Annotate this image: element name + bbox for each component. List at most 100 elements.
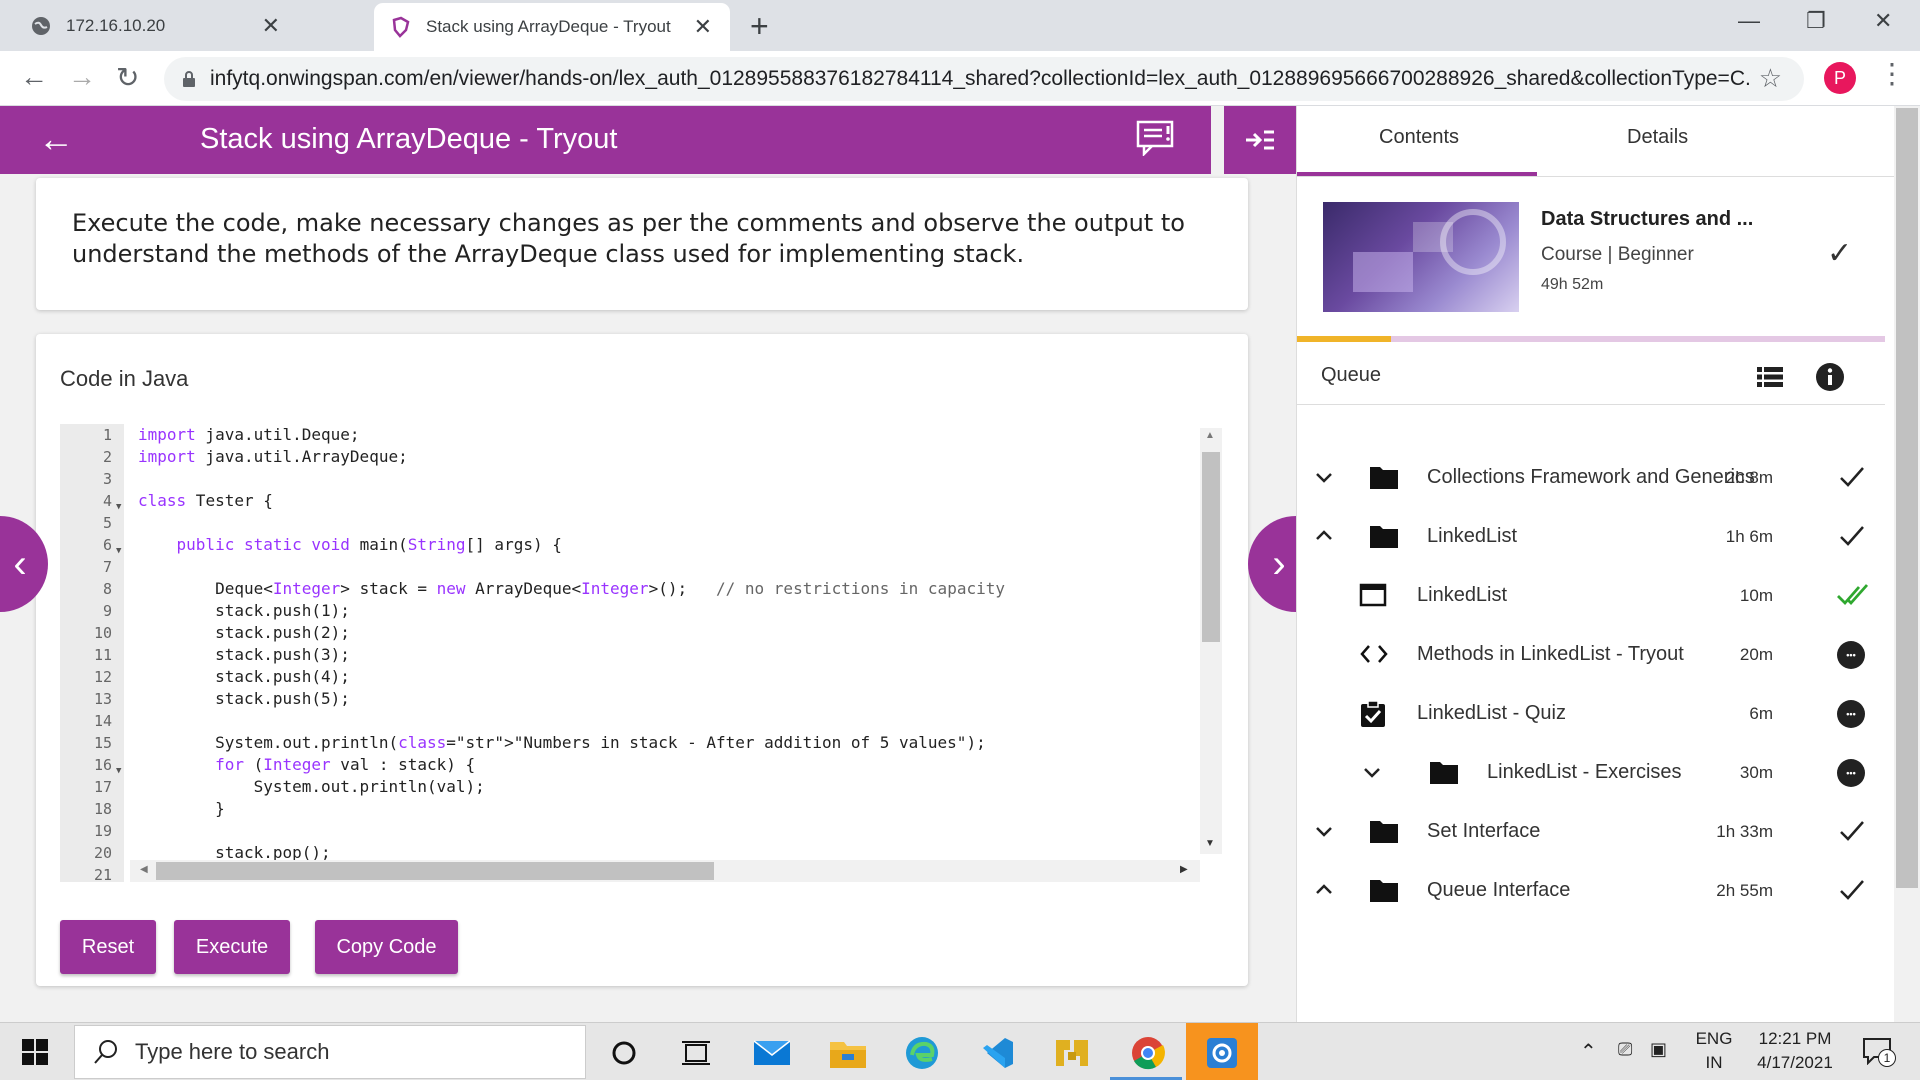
window-icon (1359, 582, 1389, 610)
file-explorer-icon[interactable] (828, 1033, 868, 1073)
back-arrow-icon[interactable]: ← (20, 61, 48, 93)
app-tool-icon[interactable] (1052, 1033, 1092, 1073)
window-close-icon[interactable]: ✕ (1874, 8, 1892, 34)
code-line[interactable]: 1 import java.util.Deque; (60, 424, 1200, 446)
reload-icon[interactable]: ↻ (116, 61, 139, 94)
bookmark-star-icon[interactable]: ☆ (1759, 63, 1782, 94)
toc-item-label: Methods in LinkedList - Tryout (1417, 643, 1684, 665)
taskbar-search-input[interactable]: Type here to search (74, 1025, 586, 1079)
code-line[interactable]: 11 stack.push(3); (60, 644, 1200, 666)
tab-details[interactable]: Details (1627, 126, 1688, 149)
scroll-up-arrow-icon[interactable]: ▲ (1205, 430, 1215, 441)
copy-code-button[interactable]: Copy Code (315, 920, 458, 974)
code-line[interactable]: 4 ▼ class Tester { (60, 490, 1200, 512)
scroll-left-arrow-icon[interactable]: ◀ (140, 864, 148, 875)
profile-avatar[interactable]: P (1824, 62, 1856, 94)
course-title[interactable]: Data Structures and ... (1541, 208, 1753, 231)
close-tab-icon[interactable]: ✕ (262, 13, 280, 39)
mail-icon[interactable] (752, 1033, 792, 1073)
browser-tab-strip: 172.16.10.20 ✕ Stack using ArrayDeque - … (0, 0, 1920, 51)
toc-item[interactable]: Set Interface 1h 33m (1297, 808, 1885, 858)
code-line[interactable]: 7 (60, 556, 1200, 578)
browser-tab-ip[interactable]: 172.16.10.20 ✕ (0, 0, 370, 51)
code-line[interactable]: 6 ▼ public static void main(String[] args… (60, 534, 1200, 556)
close-tab-icon[interactable]: ✕ (694, 14, 712, 40)
new-tab-button[interactable]: + (750, 8, 769, 45)
chevron-down-icon[interactable] (1313, 466, 1335, 488)
code-line[interactable]: 13 stack.push(5); (60, 688, 1200, 710)
windows-start-icon[interactable] (22, 1039, 48, 1065)
editor-vertical-scroll-thumb[interactable] (1202, 452, 1220, 642)
minimize-icon[interactable]: — (1738, 8, 1760, 34)
url-input[interactable]: infytq.onwingspan.com/en/viewer/hands-on… (164, 57, 1804, 101)
code-line[interactable]: 15 System.out.println(class="str">"Numbe… (60, 732, 1200, 754)
chevron-down-icon[interactable] (1313, 820, 1335, 842)
course-thumbnail[interactable] (1323, 202, 1519, 312)
screen-capture-icon[interactable] (1202, 1033, 1242, 1073)
toc-item[interactable]: LinkedList 10m (1297, 572, 1885, 622)
code-line[interactable]: 16 ▼ for (Integer val : stack) { (60, 754, 1200, 776)
chevron-up-icon[interactable] (1313, 525, 1335, 547)
course-meta: Course | Beginner (1541, 244, 1694, 265)
toc-item[interactable]: LinkedList 1h 6m (1297, 513, 1885, 563)
collapse-panel-button[interactable] (1224, 106, 1296, 174)
code-line[interactable]: 19 (60, 820, 1200, 842)
code-editor[interactable]: 1 import java.util.Deque; 2 import java.uti… (60, 424, 1220, 882)
chrome-icon[interactable] (1128, 1033, 1168, 1073)
line-number: 18 (93, 800, 112, 818)
contents-panel: Contents Details Data Structures and ...… (1296, 106, 1895, 1022)
notification-icon[interactable]: 1 (1862, 1037, 1898, 1069)
toc-item-duration: 30m (1739, 763, 1773, 782)
toc-item[interactable]: Methods in LinkedList - Tryout 20m ••• (1297, 631, 1885, 681)
code-line[interactable]: 18 } (60, 798, 1200, 820)
code-line[interactable]: 10 stack.push(2); (60, 622, 1200, 644)
more-options-icon[interactable]: ••• (1837, 759, 1865, 787)
restore-icon[interactable]: ❐ (1806, 8, 1826, 34)
feedback-icon[interactable] (1136, 120, 1174, 156)
line-number: 10 (93, 624, 112, 642)
toc-item[interactable]: Collections Framework and Generics 2h 8m (1297, 454, 1885, 504)
toc-item[interactable]: LinkedList - Exercises 30m ••• (1297, 749, 1885, 799)
list-view-icon[interactable] (1757, 366, 1783, 388)
code-line[interactable]: 17 System.out.println(val); (60, 776, 1200, 798)
toc-item-duration: 2h 8m (1725, 468, 1773, 487)
toc-item[interactable]: LinkedList - Quiz 6m ••• (1297, 690, 1885, 740)
scroll-right-arrow-icon[interactable]: ▶ (1180, 864, 1188, 875)
execute-button[interactable]: Execute (174, 920, 290, 974)
chevron-up-icon[interactable] (1313, 879, 1335, 901)
forward-arrow-icon[interactable]: → (68, 61, 96, 93)
double-check-icon (1837, 580, 1869, 612)
check-icon (1837, 462, 1869, 494)
tab-contents[interactable]: Contents (1379, 126, 1459, 149)
code-line[interactable]: 14 (60, 710, 1200, 732)
edge-icon[interactable] (902, 1033, 942, 1073)
editor-horizontal-scroll-thumb[interactable] (156, 862, 714, 880)
code-line[interactable]: 12 stack.push(4); (60, 666, 1200, 688)
browser-tab-active[interactable]: Stack using ArrayDeque - Tryout ✕ (374, 3, 730, 51)
chevron-down-icon[interactable] (1361, 761, 1383, 783)
code-line[interactable]: 9 stack.push(1); (60, 600, 1200, 622)
browser-menu-icon[interactable]: ⋮ (1878, 57, 1906, 90)
code-line[interactable]: 8 Deque<Integer> stack = new ArrayDeque<… (60, 578, 1200, 600)
code-line[interactable]: 5 (60, 512, 1200, 534)
tray-chevron-icon[interactable]: ⌃ (1580, 1039, 1597, 1064)
toc-item[interactable]: Queue Interface 2h 55m (1297, 867, 1885, 917)
info-icon[interactable] (1815, 362, 1845, 392)
more-options-icon[interactable]: ••• (1837, 700, 1865, 728)
line-number: 14 (93, 712, 112, 730)
line-number: 1 (102, 426, 112, 444)
reset-button[interactable]: Reset (60, 920, 156, 974)
back-arrow-icon[interactable]: ← (38, 118, 74, 160)
clock[interactable]: 12:21 PM 4/17/2021 (1740, 1027, 1850, 1075)
language-indicator[interactable]: ENG IN (1690, 1027, 1738, 1075)
more-options-icon[interactable]: ••• (1837, 641, 1865, 669)
code-line[interactable]: 3 (60, 468, 1200, 490)
network-icon[interactable]: ▣ (1650, 1039, 1667, 1060)
cortana-icon[interactable] (604, 1033, 644, 1073)
task-view-icon[interactable] (676, 1033, 716, 1073)
vscode-icon[interactable] (978, 1033, 1018, 1073)
scroll-down-arrow-icon[interactable]: ▼ (1205, 838, 1215, 849)
meet-now-icon[interactable]: ⎚ (1618, 1039, 1632, 1060)
code-line[interactable]: 2 import java.util.ArrayDeque; (60, 446, 1200, 468)
panel-scroll-thumb[interactable] (1896, 108, 1918, 888)
